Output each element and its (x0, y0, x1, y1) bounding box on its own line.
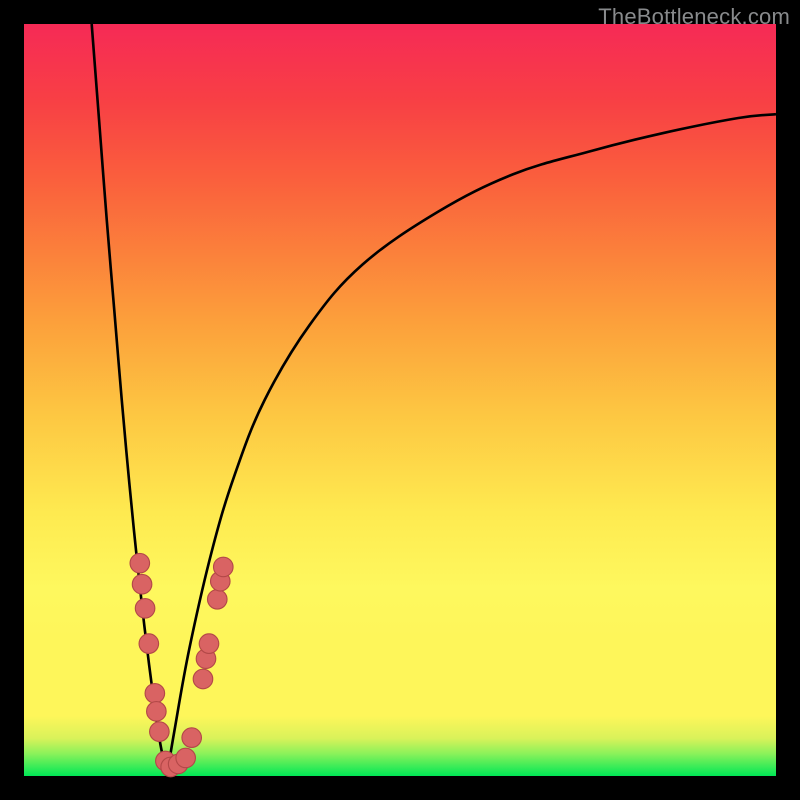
data-point (207, 590, 227, 610)
data-point (147, 702, 167, 722)
data-point (214, 557, 234, 577)
data-point (132, 574, 152, 594)
scatter-dots (130, 553, 233, 776)
chart-frame: TheBottleneck.com (0, 0, 800, 800)
curve-right (167, 114, 776, 776)
data-point (145, 684, 165, 704)
watermark-text: TheBottleneck.com (598, 4, 790, 30)
data-point (199, 634, 219, 654)
plot-area (24, 24, 776, 776)
data-point (193, 669, 213, 689)
curve-left (92, 24, 167, 776)
data-point (182, 728, 202, 748)
data-point (135, 599, 155, 619)
data-point (176, 748, 196, 768)
data-point (139, 634, 159, 654)
chart-svg (24, 24, 776, 776)
data-point (130, 553, 150, 573)
data-point (150, 722, 170, 742)
